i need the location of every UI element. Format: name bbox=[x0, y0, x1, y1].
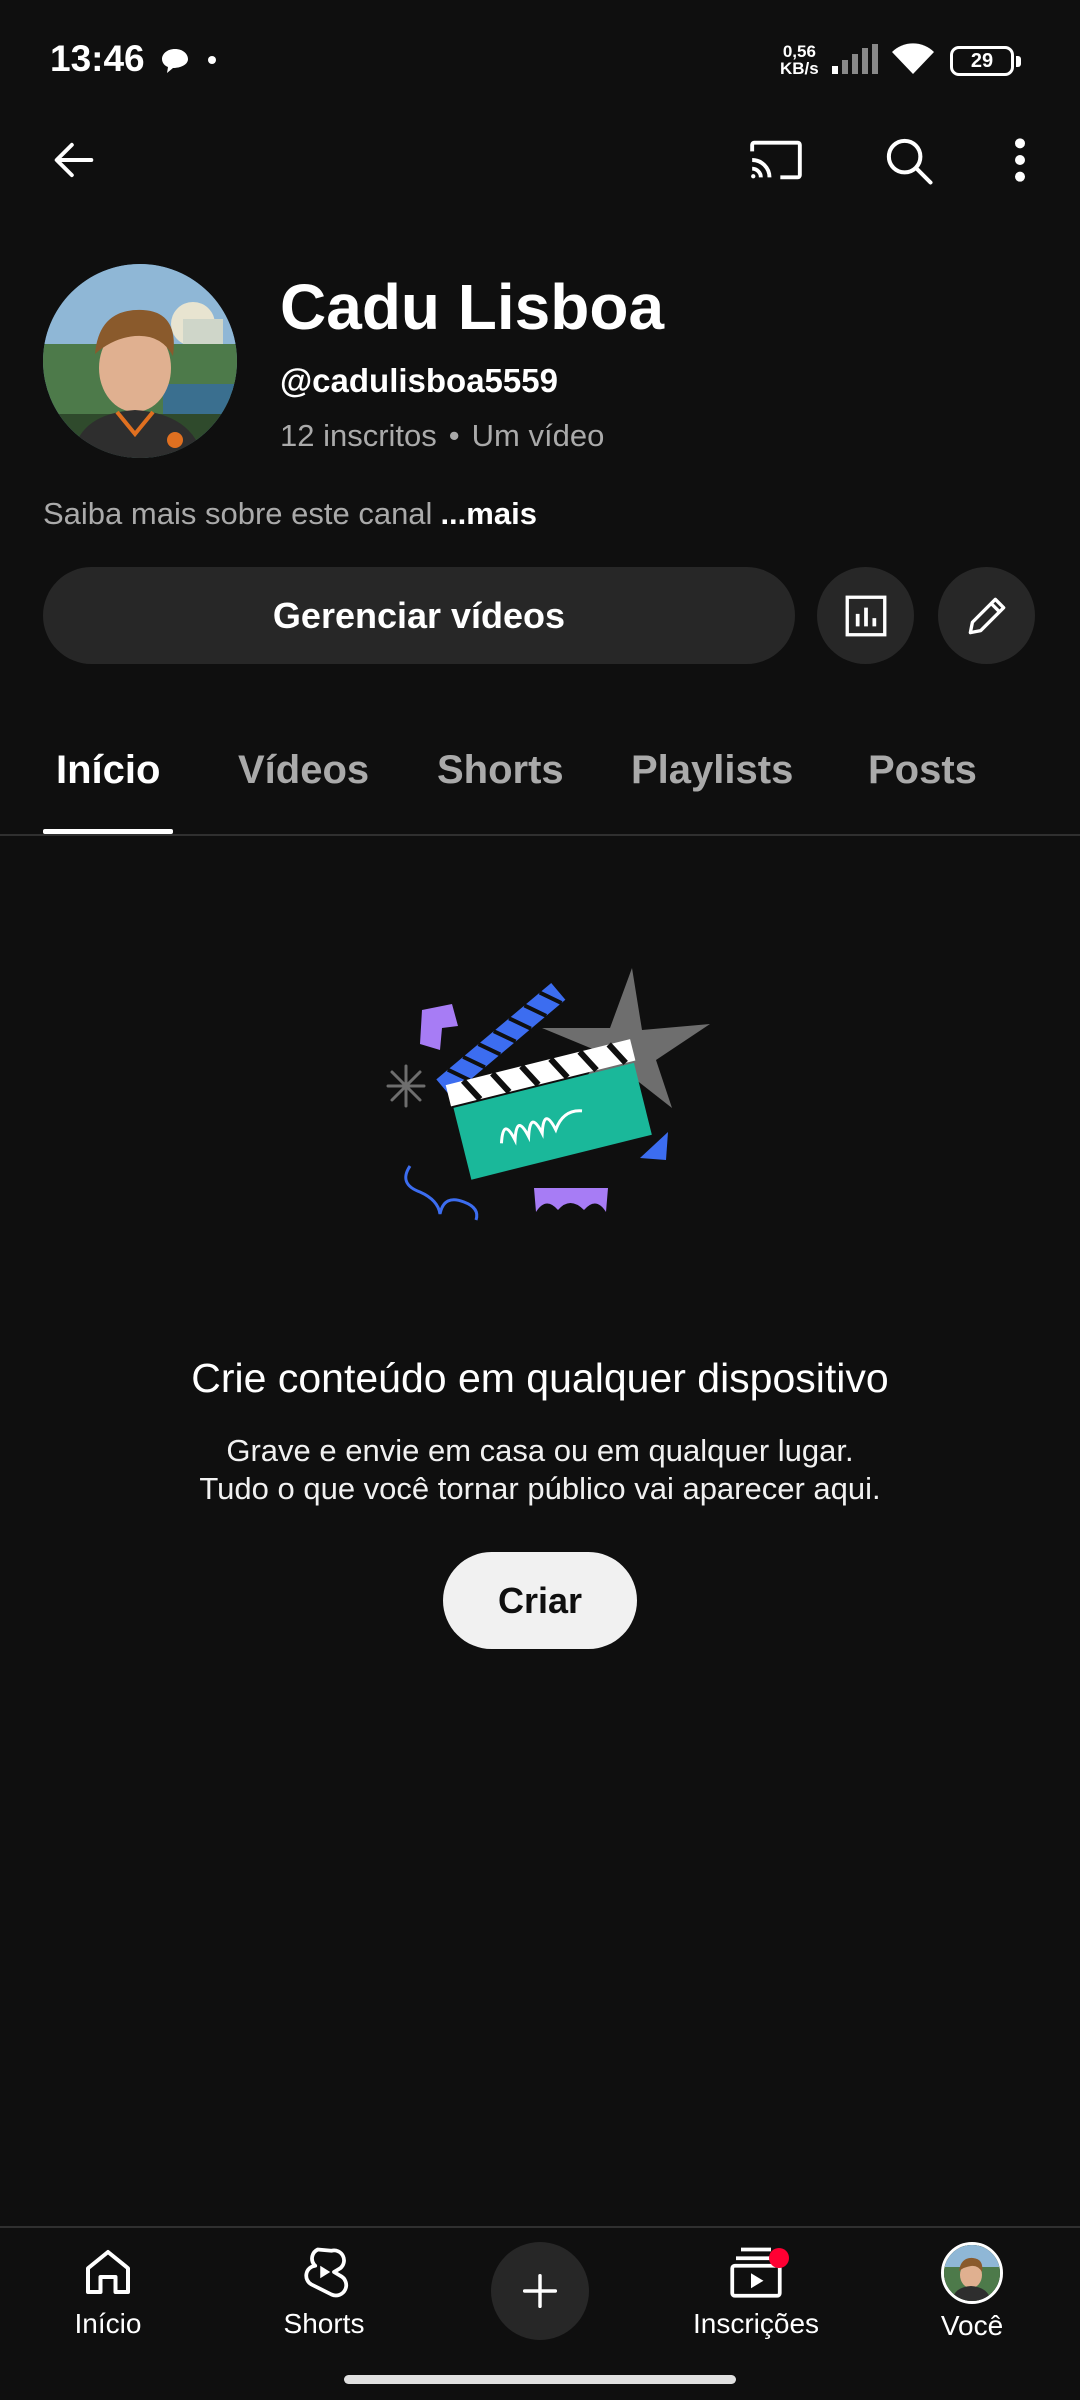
add-icon bbox=[522, 2273, 558, 2309]
home-icon bbox=[86, 2250, 130, 2294]
active-tab-indicator bbox=[43, 829, 173, 834]
analytics-button[interactable] bbox=[817, 567, 914, 664]
top-app-bar bbox=[0, 120, 1080, 200]
about-text: Saiba mais sobre este canal bbox=[43, 496, 433, 531]
status-bar: 13:46 0,56 KB/s 29 bbox=[0, 0, 1080, 120]
analytics-icon bbox=[845, 595, 886, 636]
tab-inicio[interactable]: Início bbox=[56, 748, 160, 793]
empty-state-line-1: Grave e envie em casa ou em qualquer lug… bbox=[226, 1433, 854, 1468]
tab-playlists[interactable]: Playlists bbox=[631, 748, 793, 793]
nav-label-inscricoes: Inscrições bbox=[692, 2308, 820, 2339]
nav-label-voce: Você bbox=[940, 2310, 1004, 2341]
about-more-link[interactable]: ...mais bbox=[440, 496, 537, 531]
channel-handle: @cadulisboa5559 bbox=[280, 362, 558, 399]
wifi-icon bbox=[890, 40, 936, 83]
manage-videos-button[interactable]: Gerenciar vídeos bbox=[43, 567, 795, 664]
channel-avatar[interactable] bbox=[43, 264, 237, 458]
channel-name: Cadu Lisboa bbox=[280, 271, 665, 343]
empty-state-line-2: Tudo o que você tornar público vai apare… bbox=[199, 1471, 881, 1506]
shorts-icon bbox=[304, 2247, 349, 2298]
network-speed-value: 0,56 bbox=[782, 42, 816, 61]
notification-badge bbox=[769, 2248, 789, 2268]
chat-notification-icon bbox=[160, 46, 190, 81]
nav-voce[interactable]: Você bbox=[882, 2242, 1062, 2362]
empty-state-title: Crie conteúdo em qualquer dispositivo bbox=[191, 1355, 889, 1401]
subscriber-count: 12 inscritos bbox=[280, 418, 437, 453]
create-button[interactable]: Criar bbox=[443, 1552, 637, 1649]
meta-separator: • bbox=[448, 418, 460, 453]
empty-state-description: Grave e envie em casa ou em qualquer lug… bbox=[0, 1432, 1080, 1508]
network-speed: 0,56 KB/s bbox=[780, 43, 819, 77]
avatar bbox=[941, 2242, 1003, 2304]
battery-icon: 29 bbox=[950, 46, 1021, 76]
search-icon[interactable] bbox=[868, 120, 948, 200]
channel-meta: 12 inscritos • Um vídeo bbox=[280, 418, 604, 454]
notification-dot bbox=[208, 56, 216, 64]
channel-tabs: Início Vídeos Shorts Playlists Posts bbox=[0, 700, 1080, 836]
clapperboard-illustration bbox=[370, 960, 720, 1230]
nav-label-inicio: Início bbox=[74, 2308, 142, 2339]
nav-inicio[interactable]: Início bbox=[18, 2242, 198, 2362]
battery-level: 29 bbox=[970, 50, 994, 72]
status-time: 13:46 bbox=[50, 38, 145, 79]
back-arrow-icon[interactable] bbox=[34, 120, 114, 200]
more-vert-icon[interactable] bbox=[980, 120, 1060, 200]
channel-about[interactable]: Saiba mais sobre este canal ...mais bbox=[43, 496, 537, 532]
network-speed-unit: KB/s bbox=[780, 59, 819, 78]
nav-inscricoes[interactable]: Inscrições bbox=[666, 2242, 846, 2362]
bottom-navigation: Início Shorts Inscrições Você bbox=[0, 2226, 1080, 2400]
edit-channel-button[interactable] bbox=[938, 567, 1035, 664]
signal-icon bbox=[832, 44, 880, 79]
video-count: Um vídeo bbox=[471, 418, 605, 453]
nav-label-shorts: Shorts bbox=[283, 2308, 365, 2339]
tab-videos[interactable]: Vídeos bbox=[238, 748, 369, 793]
nav-create-button[interactable] bbox=[491, 2242, 589, 2340]
tab-posts[interactable]: Posts bbox=[868, 748, 977, 793]
cast-icon[interactable] bbox=[736, 120, 816, 200]
home-indicator[interactable] bbox=[344, 2375, 736, 2384]
pencil-icon bbox=[968, 597, 1005, 634]
tab-shorts[interactable]: Shorts bbox=[437, 748, 564, 793]
nav-shorts[interactable]: Shorts bbox=[234, 2242, 414, 2362]
